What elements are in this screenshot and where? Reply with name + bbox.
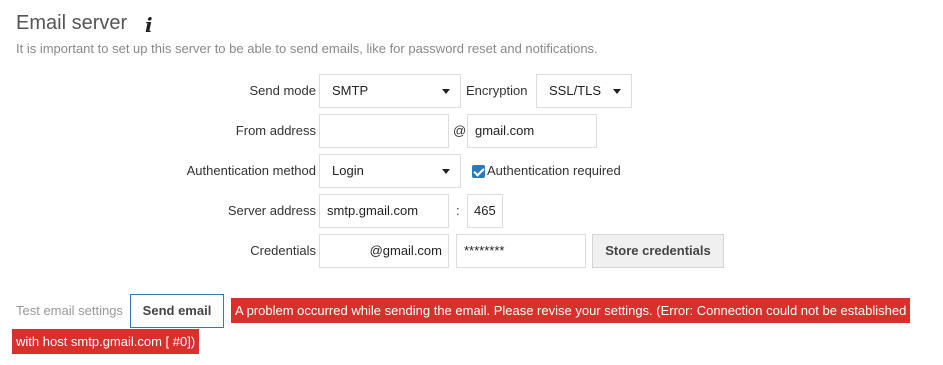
error-message-line2: with host smtp.gmail.com [ #0]) — [12, 329, 200, 354]
credentials-username-input[interactable]: @gmail.com — [319, 234, 449, 268]
credentials-label: Credentials — [250, 243, 316, 258]
server-host-value: smtp.gmail.com — [327, 203, 419, 218]
encryption-value: SSL/TLS — [549, 83, 602, 98]
info-icon[interactable]: i — [145, 13, 153, 37]
from-address-domain-input[interactable]: gmail.com — [467, 114, 597, 148]
credentials-password-value: ******** — [464, 243, 505, 258]
test-email-label: Test email settings — [16, 303, 123, 318]
credentials-password-input[interactable]: ******** — [456, 234, 586, 268]
auth-required-checkbox[interactable] — [472, 165, 485, 178]
auth-method-label: Authentication method — [186, 163, 316, 178]
send-mode-select[interactable]: SMTP — [319, 74, 461, 108]
error-message-line1: A problem occurred while sending the ema… — [231, 298, 911, 323]
auth-required-label[interactable]: Authentication required — [487, 154, 621, 188]
from-address-local-input[interactable] — [319, 114, 449, 148]
page-title: Email server — [16, 12, 128, 34]
server-address-label: Server address — [227, 203, 316, 218]
send-email-button[interactable]: Send email — [130, 294, 224, 328]
send-mode-label: Send mode — [249, 83, 317, 98]
send-mode-value: SMTP — [332, 83, 369, 98]
from-address-domain-value: gmail.com — [475, 123, 535, 138]
credentials-username-value: @gmail.com — [369, 243, 442, 258]
store-credentials-button[interactable]: Store credentials — [592, 234, 724, 268]
server-port-value: 465 — [474, 203, 496, 218]
encryption-select[interactable]: SSL/TLS — [536, 74, 632, 108]
colon-separator: : — [456, 203, 460, 218]
from-address-label: From address — [235, 123, 316, 138]
page-subtitle: It is important to set up this server to… — [16, 41, 598, 56]
encryption-label: Encryption — [466, 83, 528, 98]
at-separator: @ — [453, 123, 467, 138]
auth-method-select[interactable]: Login — [319, 154, 461, 188]
auth-method-value: Login — [332, 163, 364, 178]
server-port-input[interactable]: 465 — [467, 194, 503, 228]
server-host-input[interactable]: smtp.gmail.com — [319, 194, 449, 228]
